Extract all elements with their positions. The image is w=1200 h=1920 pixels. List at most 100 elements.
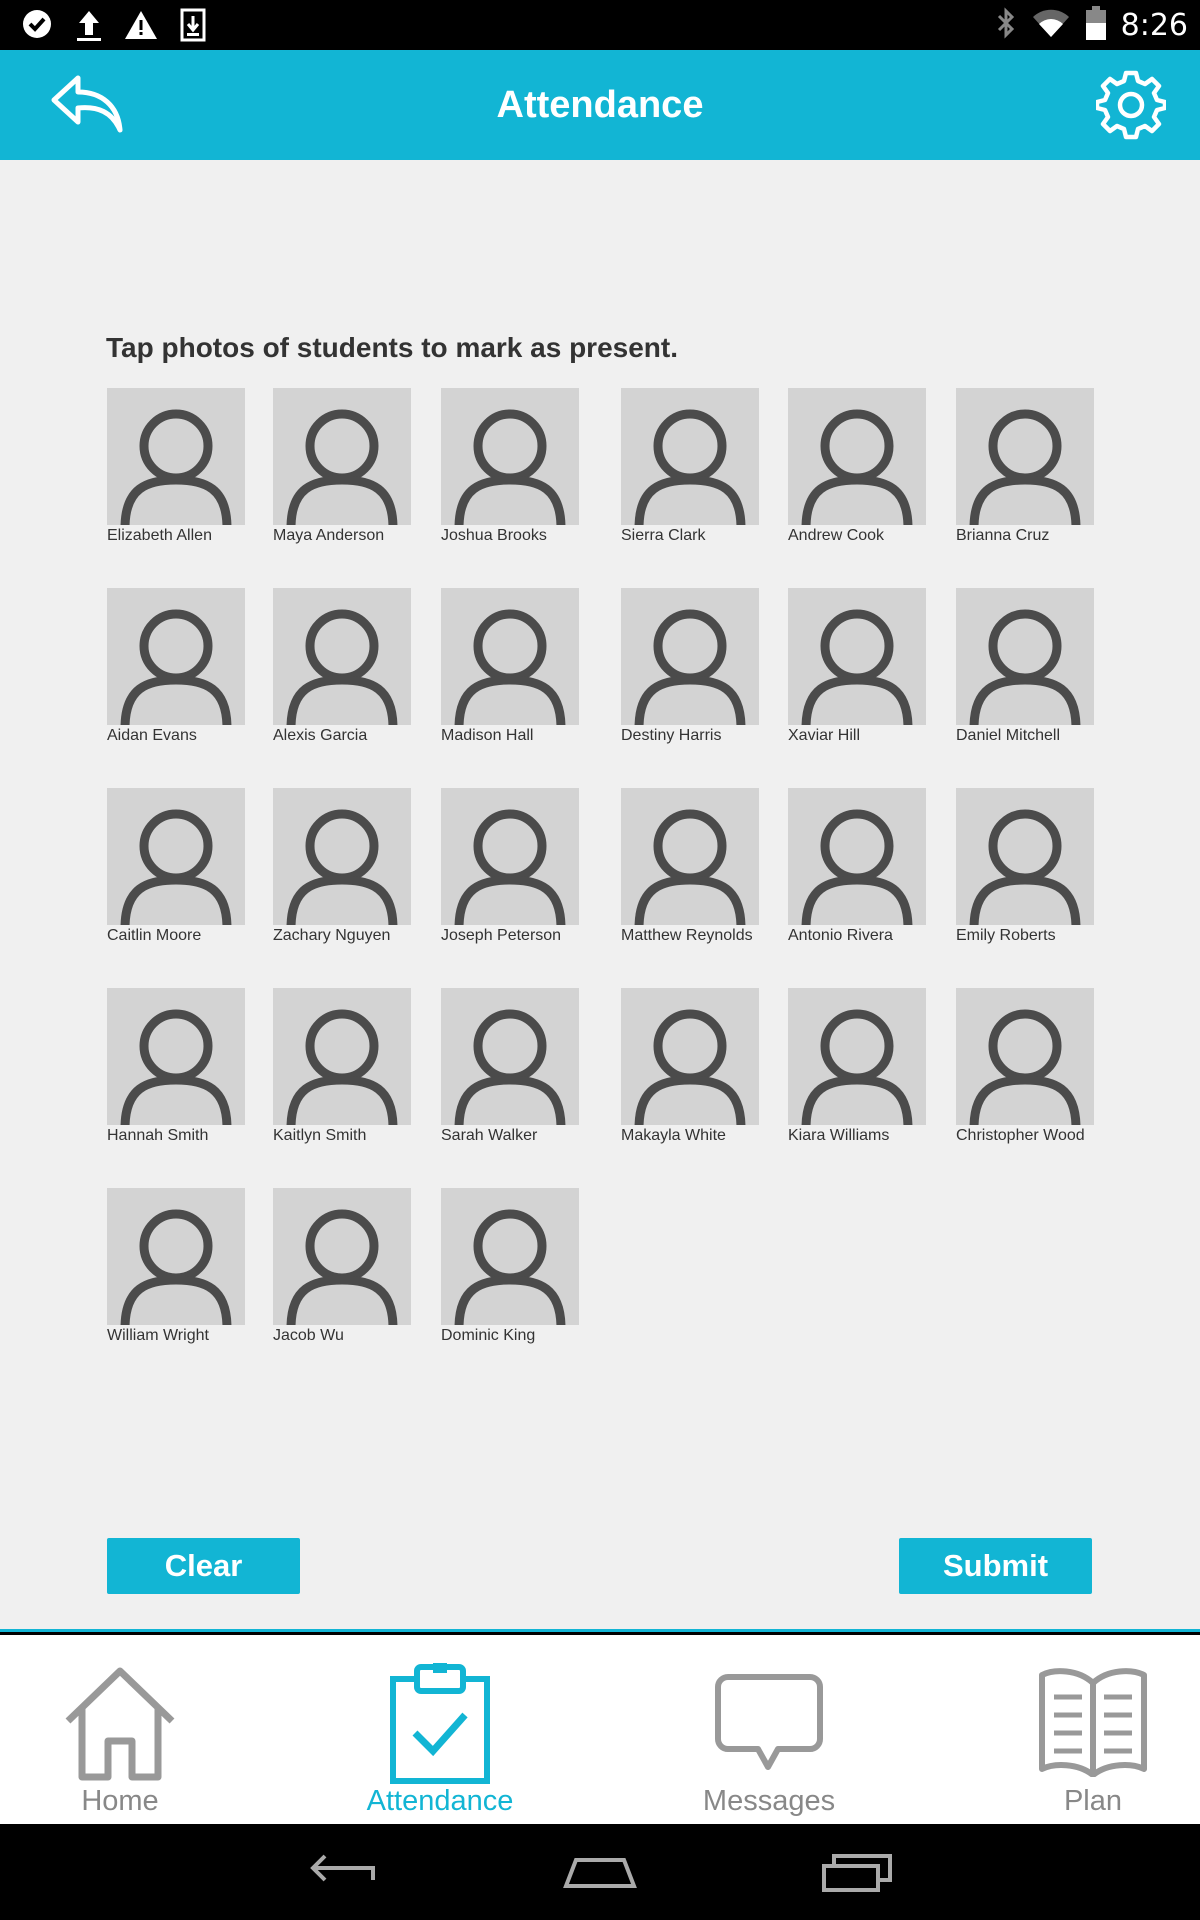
student-tile[interactable]: Sarah Walker	[441, 988, 579, 1145]
student-tile[interactable]: Destiny Harris	[621, 588, 759, 745]
student-tile[interactable]: Antonio Rivera	[788, 788, 926, 945]
student-tile[interactable]: Joseph Peterson	[441, 788, 579, 945]
student-photo-placeholder-icon[interactable]	[107, 388, 245, 525]
student-tile[interactable]: Maya Anderson	[273, 388, 411, 545]
student-photo-placeholder-icon[interactable]	[273, 988, 411, 1125]
warning-icon	[122, 6, 160, 44]
app-header: Attendance	[0, 50, 1200, 160]
student-tile[interactable]: William Wright	[107, 1188, 245, 1345]
student-photo-placeholder-icon[interactable]	[788, 788, 926, 925]
student-name: Alexis Garcia	[273, 727, 368, 744]
bottom-nav: Home Attendance Messages Plan	[0, 1635, 1200, 1824]
student-tile[interactable]: Emily Roberts	[956, 788, 1094, 945]
page-title: Attendance	[496, 84, 704, 126]
student-name: William Wright	[107, 1327, 209, 1344]
student-tile[interactable]: Matthew Reynolds	[621, 788, 759, 945]
student-tile[interactable]: Xaviar Hill	[788, 588, 926, 745]
clear-button[interactable]: Clear	[107, 1538, 300, 1594]
nav-home[interactable]: Home	[0, 1635, 240, 1824]
student-tile[interactable]: Christopher Wood	[956, 988, 1094, 1145]
student-name: Jacob Wu	[273, 1327, 344, 1344]
student-photo-placeholder-icon[interactable]	[441, 788, 579, 925]
student-photo-placeholder-icon[interactable]	[621, 388, 759, 525]
student-photo-placeholder-icon[interactable]	[273, 588, 411, 725]
student-name: Kiara Williams	[788, 1127, 890, 1144]
student-photo-placeholder-icon[interactable]	[441, 1188, 579, 1325]
system-recents-icon[interactable]	[818, 1846, 898, 1898]
student-photo-placeholder-icon[interactable]	[273, 1188, 411, 1325]
student-name: Joseph Peterson	[441, 927, 562, 944]
student-name: Sierra Clark	[621, 527, 706, 544]
battery-icon	[1085, 5, 1107, 46]
student-tile[interactable]: Brianna Cruz	[956, 388, 1094, 545]
system-nav-bar	[0, 1824, 1200, 1920]
gear-icon[interactable]	[1094, 70, 1168, 140]
student-photo-placeholder-icon[interactable]	[621, 988, 759, 1125]
instruction-text: Tap photos of students to mark as presen…	[106, 332, 679, 363]
student-name: Zachary Nguyen	[273, 927, 391, 944]
student-photo-placeholder-icon[interactable]	[107, 1188, 245, 1325]
system-home-icon[interactable]	[560, 1846, 640, 1898]
student-tile[interactable]: Aidan Evans	[107, 588, 245, 745]
student-name: Joshua Brooks	[441, 527, 547, 544]
nav-attendance[interactable]: Attendance	[320, 1635, 560, 1824]
student-tile[interactable]: Elizabeth Allen	[107, 388, 245, 545]
nav-plan[interactable]: Plan	[973, 1635, 1200, 1824]
student-photo-placeholder-icon[interactable]	[788, 988, 926, 1125]
student-name: Christopher Wood	[956, 1127, 1085, 1144]
student-photo-placeholder-icon[interactable]	[788, 588, 926, 725]
student-tile[interactable]: Kiara Williams	[788, 988, 926, 1145]
book-icon	[1039, 1668, 1147, 1777]
student-photo-placeholder-icon[interactable]	[273, 388, 411, 525]
student-photo-placeholder-icon[interactable]	[956, 388, 1094, 525]
attendance-panel: Tap photos of students to mark as presen…	[0, 160, 1200, 1632]
nav-label-plan: Plan	[1063, 1785, 1123, 1817]
student-tile[interactable]: Andrew Cook	[788, 388, 926, 545]
student-name: Hannah Smith	[107, 1127, 209, 1144]
student-tile[interactable]: Jacob Wu	[273, 1188, 411, 1345]
student-tile[interactable]: Zachary Nguyen	[273, 788, 411, 945]
student-name: Kaitlyn Smith	[273, 1127, 367, 1144]
student-name: Brianna Cruz	[956, 527, 1050, 544]
student-photo-placeholder-icon[interactable]	[107, 588, 245, 725]
student-tile[interactable]: Joshua Brooks	[441, 388, 579, 545]
student-photo-placeholder-icon[interactable]	[956, 588, 1094, 725]
student-photo-placeholder-icon[interactable]	[107, 988, 245, 1125]
student-tile[interactable]: Hannah Smith	[107, 988, 245, 1145]
student-tile[interactable]: Sierra Clark	[621, 388, 759, 545]
student-photo-placeholder-icon[interactable]	[441, 988, 579, 1125]
nav-messages[interactable]: Messages	[649, 1635, 889, 1824]
student-photo-placeholder-icon[interactable]	[621, 788, 759, 925]
student-name: Sarah Walker	[441, 1127, 538, 1144]
student-photo-placeholder-icon[interactable]	[441, 588, 579, 725]
student-tile[interactable]: Makayla White	[621, 988, 759, 1145]
student-tile[interactable]: Daniel Mitchell	[956, 588, 1094, 745]
student-name: Antonio Rivera	[788, 927, 893, 944]
student-tile[interactable]: Kaitlyn Smith	[273, 988, 411, 1145]
student-photo-placeholder-icon[interactable]	[956, 788, 1094, 925]
upload-icon	[70, 6, 108, 44]
student-photo-placeholder-icon[interactable]	[273, 788, 411, 925]
student-photo-placeholder-icon[interactable]	[621, 588, 759, 725]
student-name: Maya Anderson	[273, 527, 385, 544]
student-name: Destiny Harris	[621, 727, 722, 744]
student-name: Caitlin Moore	[107, 927, 202, 944]
student-name: Dominic King	[441, 1327, 536, 1344]
student-tile[interactable]: Madison Hall	[441, 588, 579, 745]
student-name: Makayla White	[621, 1127, 726, 1144]
student-photo-placeholder-icon[interactable]	[441, 388, 579, 525]
student-tile[interactable]: Dominic King	[441, 1188, 579, 1345]
submit-button[interactable]: Submit	[899, 1538, 1092, 1594]
student-tile[interactable]: Caitlin Moore	[107, 788, 245, 945]
wifi-icon	[1031, 7, 1071, 44]
student-photo-placeholder-icon[interactable]	[956, 988, 1094, 1125]
student-photo-placeholder-icon[interactable]	[788, 388, 926, 525]
nav-label-messages: Messages	[702, 1785, 836, 1817]
student-name: Andrew Cook	[788, 527, 885, 544]
student-tile[interactable]: Alexis Garcia	[273, 588, 411, 745]
system-back-icon[interactable]	[303, 1846, 383, 1898]
student-name: Aidan Evans	[107, 727, 197, 744]
student-name: Elizabeth Allen	[107, 527, 212, 544]
student-name: Xaviar Hill	[788, 727, 861, 744]
student-photo-placeholder-icon[interactable]	[107, 788, 245, 925]
